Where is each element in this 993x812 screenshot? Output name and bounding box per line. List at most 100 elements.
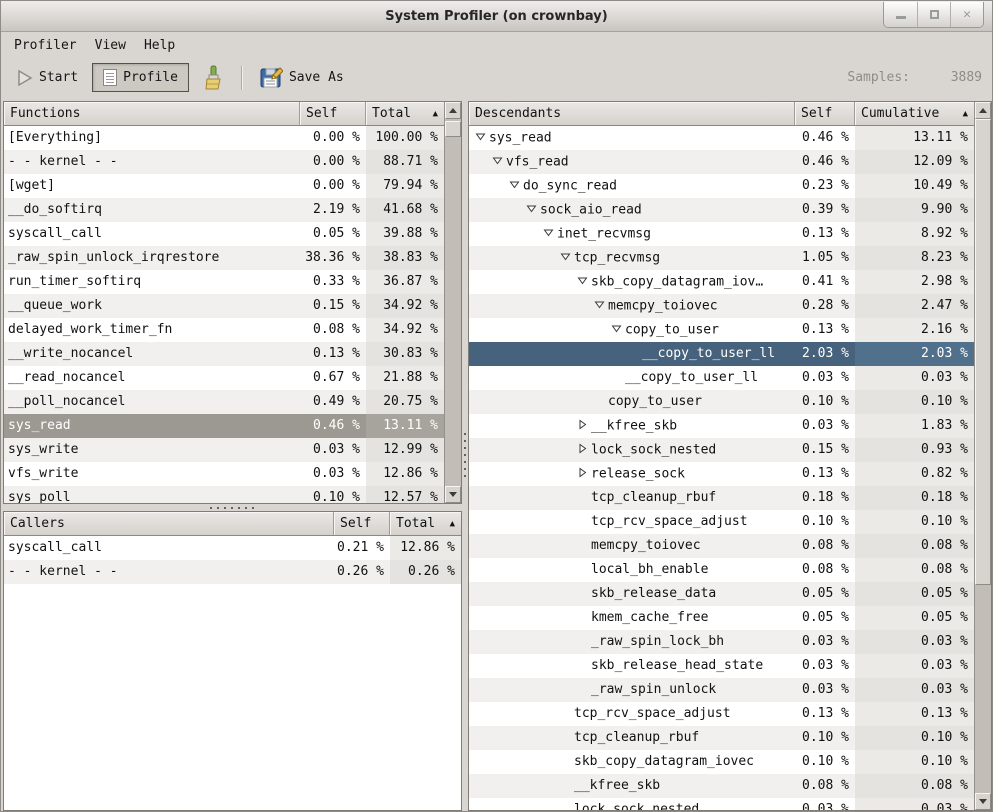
table-row[interactable]: do_sync_read0.23 %10.49 % <box>469 174 974 198</box>
profile-toggle-button[interactable]: Profile <box>92 63 189 92</box>
table-row[interactable]: skb_release_head_state0.03 %0.03 % <box>469 654 974 678</box>
function-name-label: __copy_to_user_ll <box>642 346 775 361</box>
tree-expander-open-icon[interactable] <box>611 318 625 342</box>
functions-total-column-header[interactable]: Total▲ <box>366 102 444 126</box>
table-row[interactable]: syscall_call0.21 %12.86 % <box>4 536 461 560</box>
function-name-cell: tcp_rcv_space_adjust <box>469 510 795 534</box>
menu-profiler[interactable]: Profiler <box>5 35 86 56</box>
table-row[interactable]: inet_recvmsg0.13 %8.92 % <box>469 222 974 246</box>
tree-expander-open-icon[interactable] <box>509 174 523 198</box>
function-name-label: copy_to_user <box>608 394 702 409</box>
table-row[interactable]: sys_read0.46 %13.11 % <box>469 126 974 150</box>
function-name-cell: [Everything] <box>4 126 300 150</box>
table-row[interactable]: skb_copy_datagram_iov…0.41 %2.98 % <box>469 270 974 294</box>
table-row[interactable]: __poll_nocancel0.49 %20.75 % <box>4 390 444 414</box>
table-row[interactable]: tcp_recvmsg1.05 %8.23 % <box>469 246 974 270</box>
horizontal-splitter[interactable] <box>3 504 462 511</box>
table-row[interactable]: lock_sock_nested0.03 %0.03 % <box>469 798 974 810</box>
table-row[interactable]: __read_nocancel0.67 %21.88 % <box>4 366 444 390</box>
table-row[interactable]: [Everything]0.00 %100.00 % <box>4 126 444 150</box>
tree-expander-open-icon[interactable] <box>492 150 506 174</box>
table-row[interactable]: memcpy_toiovec0.28 %2.47 % <box>469 294 974 318</box>
functions-scrollbar[interactable] <box>444 102 461 503</box>
scrollbar-thumb[interactable] <box>445 121 461 137</box>
self-percent-cell: 0.10 % <box>300 486 366 503</box>
table-row[interactable]: __kfree_skb0.08 %0.08 % <box>469 774 974 798</box>
table-row[interactable]: local_bh_enable0.08 %0.08 % <box>469 558 974 582</box>
callers-self-column-header[interactable]: Self <box>334 512 390 536</box>
table-row[interactable]: kmem_cache_free0.05 %0.05 % <box>469 606 974 630</box>
descendants-scrollbar[interactable] <box>974 102 991 810</box>
scrollbar-trough[interactable] <box>445 119 461 486</box>
scroll-down-button[interactable] <box>975 793 991 810</box>
table-row[interactable]: tcp_rcv_space_adjust0.10 %0.10 % <box>469 510 974 534</box>
table-row[interactable]: _raw_spin_unlock0.03 %0.03 % <box>469 678 974 702</box>
tree-expander-closed-icon[interactable] <box>577 438 591 462</box>
callers-total-column-header[interactable]: Total▲ <box>390 512 461 536</box>
scroll-down-button[interactable] <box>445 486 461 503</box>
tree-expander-open-icon[interactable] <box>577 270 591 294</box>
table-row[interactable]: - - kernel - -0.00 %88.71 % <box>4 150 444 174</box>
table-row[interactable]: memcpy_toiovec0.08 %0.08 % <box>469 534 974 558</box>
descendants-column-header[interactable]: Descendants <box>469 102 795 126</box>
table-row[interactable]: delayed_work_timer_fn0.08 %34.92 % <box>4 318 444 342</box>
titlebar[interactable]: System Profiler (on crownbay) ✕ <box>1 1 992 32</box>
table-row[interactable]: vfs_read0.46 %12.09 % <box>469 150 974 174</box>
tree-expander-open-icon[interactable] <box>594 294 608 318</box>
table-row[interactable]: skb_release_data0.05 %0.05 % <box>469 582 974 606</box>
table-row[interactable]: __kfree_skb0.03 %1.83 % <box>469 414 974 438</box>
table-row[interactable]: __write_nocancel0.13 %30.83 % <box>4 342 444 366</box>
tree-expander-open-icon[interactable] <box>543 222 557 246</box>
table-row[interactable]: sock_aio_read0.39 %9.90 % <box>469 198 974 222</box>
functions-column-header[interactable]: Functions <box>4 102 300 126</box>
descendants-cumulative-column-header[interactable]: Cumulative▲ <box>855 102 974 126</box>
descendants-self-column-header[interactable]: Self <box>795 102 855 126</box>
functions-self-column-header[interactable]: Self <box>300 102 366 126</box>
table-row-selected[interactable]: __copy_to_user_ll2.03 %2.03 % <box>469 342 974 366</box>
table-row[interactable]: vfs_write0.03 %12.86 % <box>4 462 444 486</box>
reset-button[interactable] <box>195 61 231 95</box>
total-percent-cell: 88.71 % <box>366 150 444 174</box>
tree-expander-open-icon[interactable] <box>475 126 489 150</box>
table-row[interactable]: [wget]0.00 %79.94 % <box>4 174 444 198</box>
table-row[interactable]: __copy_to_user_ll0.03 %0.03 % <box>469 366 974 390</box>
close-button[interactable]: ✕ <box>950 2 983 27</box>
tree-expander-closed-icon[interactable] <box>577 462 591 486</box>
table-row[interactable]: - - kernel - -0.26 %0.26 % <box>4 560 461 584</box>
tree-expander-open-icon[interactable] <box>560 246 574 270</box>
table-row[interactable]: sys_write0.03 %12.99 % <box>4 438 444 462</box>
table-row[interactable]: tcp_cleanup_rbuf0.10 %0.10 % <box>469 726 974 750</box>
table-row[interactable]: syscall_call0.05 %39.88 % <box>4 222 444 246</box>
self-percent-cell: 0.05 % <box>300 222 366 246</box>
save-as-button[interactable]: Save As <box>252 62 352 93</box>
table-row[interactable]: release_sock0.13 %0.82 % <box>469 462 974 486</box>
table-row[interactable]: __queue_work0.15 %34.92 % <box>4 294 444 318</box>
tree-expander-open-icon[interactable] <box>526 198 540 222</box>
scroll-up-button[interactable] <box>445 102 461 119</box>
scrollbar-trough[interactable] <box>975 119 991 793</box>
maximize-button[interactable] <box>917 2 950 27</box>
start-button[interactable]: Start <box>9 65 86 91</box>
menu-help[interactable]: Help <box>135 35 184 56</box>
table-row[interactable]: _raw_spin_lock_bh0.03 %0.03 % <box>469 630 974 654</box>
table-row-selected[interactable]: sys_read0.46 %13.11 % <box>4 414 444 438</box>
table-row[interactable]: copy_to_user0.10 %0.10 % <box>469 390 974 414</box>
callers-column-header[interactable]: Callers <box>4 512 334 536</box>
functions-header-row: Functions Self Total▲ <box>4 102 444 126</box>
scrollbar-thumb[interactable] <box>975 119 991 585</box>
self-percent-cell: 0.15 % <box>795 438 855 462</box>
table-row[interactable]: tcp_rcv_space_adjust0.13 %0.13 % <box>469 702 974 726</box>
scroll-up-button[interactable] <box>975 102 991 119</box>
minimize-button[interactable] <box>884 2 917 27</box>
table-row[interactable]: skb_copy_datagram_iovec0.10 %0.10 % <box>469 750 974 774</box>
table-row[interactable]: run_timer_softirq0.33 %36.87 % <box>4 270 444 294</box>
self-percent-cell: 1.05 % <box>795 246 855 270</box>
table-row[interactable]: sys_poll0.10 %12.57 % <box>4 486 444 503</box>
table-row[interactable]: lock_sock_nested0.15 %0.93 % <box>469 438 974 462</box>
table-row[interactable]: tcp_cleanup_rbuf0.18 %0.18 % <box>469 486 974 510</box>
menu-view[interactable]: View <box>86 35 135 56</box>
tree-expander-closed-icon[interactable] <box>577 414 591 438</box>
table-row[interactable]: _raw_spin_unlock_irqrestore38.36 %38.83 … <box>4 246 444 270</box>
table-row[interactable]: __do_softirq2.19 %41.68 % <box>4 198 444 222</box>
table-row[interactable]: copy_to_user0.13 %2.16 % <box>469 318 974 342</box>
